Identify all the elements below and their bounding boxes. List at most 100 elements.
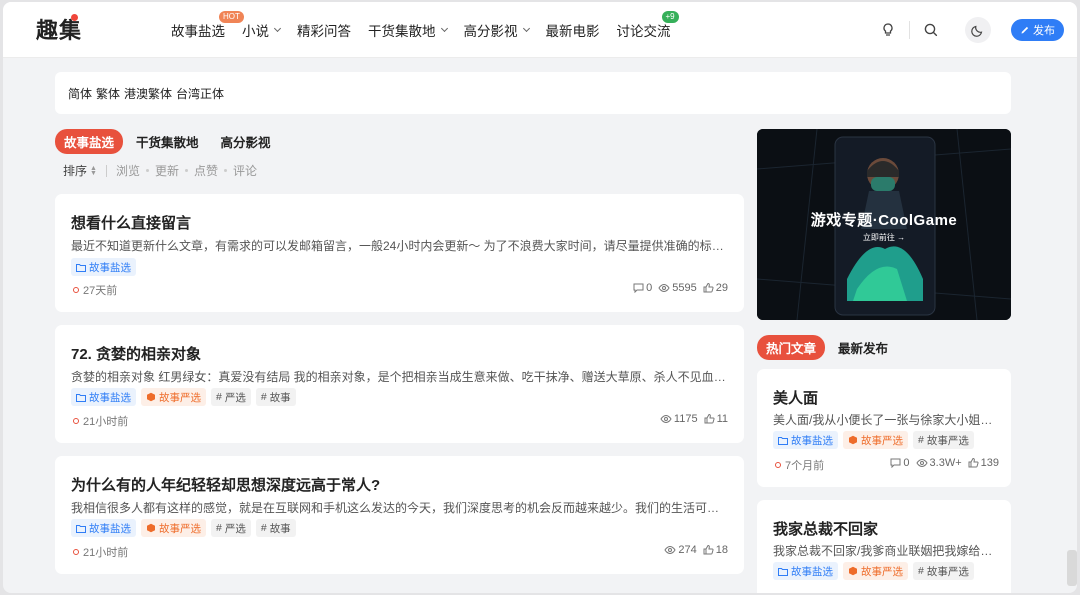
nav-label: 小说 bbox=[242, 24, 269, 39]
search-icon[interactable] bbox=[921, 20, 941, 40]
view-count: 274 bbox=[664, 544, 697, 556]
sidebar-post-card[interactable]: 美人面 美人面/我从小便长了一张与徐家大小姐相… 故事盐选 故事严选 # 故事严… bbox=[757, 369, 1011, 487]
tag[interactable]: 故事盐选 bbox=[71, 519, 136, 537]
sidebar-post-title[interactable]: 我家总裁不回家 bbox=[773, 518, 878, 539]
sort-updated[interactable]: 更新 bbox=[155, 162, 179, 179]
post-tags: 故事盐选 故事严选 # 严选 # 故事 bbox=[71, 519, 296, 537]
tag[interactable]: 故事盐选 bbox=[71, 388, 136, 406]
tag[interactable]: 故事盐选 bbox=[773, 431, 838, 449]
tag-label: 故事盐选 bbox=[791, 565, 833, 578]
comment-icon bbox=[633, 283, 644, 293]
lang-hk-traditional[interactable]: 港澳繁体 bbox=[124, 85, 172, 102]
game-banner[interactable]: 游戏专题·CoolGame 立即前往 → bbox=[757, 129, 1011, 320]
folder-icon bbox=[778, 567, 788, 576]
like-value: 139 bbox=[980, 457, 999, 469]
box-icon bbox=[147, 392, 155, 402]
tag[interactable]: 故事严选 bbox=[843, 431, 908, 449]
like-count[interactable]: 139 bbox=[968, 457, 999, 469]
eye-icon bbox=[664, 545, 676, 555]
box-icon bbox=[849, 435, 857, 445]
tag[interactable]: # 严选 bbox=[211, 519, 251, 537]
clock-icon bbox=[73, 287, 79, 293]
lang-tw-traditional[interactable]: 台湾正体 bbox=[176, 85, 224, 102]
tag-label: 故事严选 bbox=[926, 565, 969, 578]
nav-item-discussion[interactable]: 讨论交流 +9 bbox=[617, 11, 679, 40]
post-title[interactable]: 72. 贪婪的相亲对象 bbox=[71, 343, 201, 364]
lang-traditional[interactable]: 繁体 bbox=[96, 85, 120, 102]
tab-stories[interactable]: 故事盐选 bbox=[55, 129, 124, 154]
tag[interactable]: # 严选 bbox=[211, 388, 251, 406]
tag-label: 故事严选 bbox=[926, 434, 969, 447]
tag[interactable]: # 故事严选 bbox=[913, 562, 974, 580]
tag[interactable]: 故事严选 bbox=[141, 388, 206, 406]
browser-viewport: 趣集 故事盐选 HOT 小说 精彩问答 干货集散地 高分影视 最新电影 讨论交流… bbox=[3, 2, 1077, 593]
post-tags: 故事盐选 故事严选 # 严选 # 故事 bbox=[71, 388, 296, 406]
eye-icon bbox=[660, 414, 672, 424]
lightbulb-icon[interactable] bbox=[878, 20, 898, 40]
nav-item-resources[interactable]: 干货集散地 bbox=[368, 20, 448, 40]
post-card[interactable]: 72. 贪婪的相亲对象 贪婪的相亲对象 红男绿女：真爱没有结局 我的相亲对象，是… bbox=[55, 325, 744, 443]
clock-icon bbox=[73, 418, 79, 424]
sort-comments[interactable]: 评论 bbox=[233, 162, 257, 179]
like-value: 29 bbox=[715, 282, 728, 294]
sort-views[interactable]: 浏览 bbox=[116, 162, 140, 179]
thumbs-up-icon bbox=[968, 458, 979, 468]
sort-arrows-icon: ▲ ▼ bbox=[90, 164, 97, 177]
post-stats: 274 18 bbox=[664, 544, 728, 556]
clock-icon bbox=[775, 462, 781, 468]
folder-icon bbox=[76, 524, 86, 533]
sidebar-post-excerpt: 美人面/我从小便长了一张与徐家大小姐相… bbox=[773, 413, 999, 427]
post-card[interactable]: 为什么有的人年纪轻轻却思想深度远高于常人? 我相信很多人都有这样的感觉，就是在互… bbox=[55, 456, 744, 574]
tab-resources[interactable]: 干货集散地 bbox=[127, 129, 208, 154]
scrollbar-thumb[interactable] bbox=[1067, 550, 1077, 586]
sidebar-tabs: 热门文章 最新发布 bbox=[757, 335, 897, 360]
category-tabs: 故事盐选 干货集散地 高分影视 bbox=[55, 129, 280, 154]
publish-button[interactable]: 发布 bbox=[1011, 19, 1064, 41]
tab-films[interactable]: 高分影视 bbox=[212, 129, 280, 154]
tag[interactable]: 故事盐选 bbox=[71, 258, 136, 276]
nav-item-stories[interactable]: 故事盐选 HOT bbox=[171, 11, 244, 40]
thumbs-up-icon bbox=[703, 283, 714, 293]
time-text: 21小时前 bbox=[83, 416, 129, 428]
post-time: 7个月前 bbox=[775, 457, 824, 473]
post-excerpt: 我相信很多人都有这样的感觉，就是在互联网和手机这么发达的今天，我们深度思考的机会… bbox=[71, 501, 731, 515]
dark-mode-toggle[interactable] bbox=[965, 17, 991, 43]
comment-icon bbox=[890, 458, 901, 468]
like-count[interactable]: 18 bbox=[703, 544, 728, 556]
tag[interactable]: 故事严选 bbox=[843, 562, 908, 580]
sort-toggle[interactable]: 排序 ▲ ▼ bbox=[63, 162, 97, 179]
nav-label: 干货集散地 bbox=[368, 24, 436, 39]
sidebar-post-card[interactable]: 我家总裁不回家 我家总裁不回家/我爹商业联姻把我嫁给了… 故事盐选 故事严选 #… bbox=[757, 500, 1011, 593]
like-count[interactable]: 11 bbox=[704, 413, 728, 425]
post-time: 21小时前 bbox=[73, 544, 128, 560]
sidebar-post-title[interactable]: 美人面 bbox=[773, 387, 818, 408]
tag-label: 故事严选 bbox=[861, 434, 903, 447]
tab-hot-articles[interactable]: 热门文章 bbox=[757, 335, 826, 360]
post-tags: 故事盐选 bbox=[71, 258, 136, 276]
lang-simplified[interactable]: 简体 bbox=[68, 85, 92, 102]
nav-item-qa[interactable]: 精彩问答 bbox=[297, 20, 351, 40]
view-value: 5595 bbox=[672, 282, 697, 294]
tag[interactable]: 故事严选 bbox=[141, 519, 206, 537]
tag[interactable]: # 故事严选 bbox=[913, 431, 974, 449]
tag[interactable]: 故事盐选 bbox=[773, 562, 838, 580]
like-count[interactable]: 29 bbox=[703, 282, 728, 294]
nav-item-new-movies[interactable]: 最新电影 bbox=[546, 20, 600, 40]
nav-item-novels[interactable]: 小说 bbox=[242, 20, 282, 40]
post-title[interactable]: 为什么有的人年纪轻轻却思想深度远高于常人? bbox=[71, 474, 380, 495]
chevron-down-icon bbox=[273, 24, 282, 33]
tag[interactable]: # 故事 bbox=[255, 388, 296, 406]
post-title[interactable]: 想看什么直接留言 bbox=[71, 212, 191, 233]
sort-likes[interactable]: 点赞 bbox=[194, 162, 218, 179]
post-excerpt: 贪婪的相亲对象 红男绿女：真爱没有结局 我的相亲对象，是个把相亲当成生意来做、吃… bbox=[71, 370, 731, 384]
post-card[interactable]: 想看什么直接留言 最近不知道更新什么文章，有需求的可以发邮箱留言，一般24小时内… bbox=[55, 194, 744, 312]
tab-latest[interactable]: 最新发布 bbox=[829, 335, 897, 360]
banner-title: 游戏专题·CoolGame bbox=[810, 212, 958, 229]
nav-label: 高分影视 bbox=[463, 24, 518, 39]
nav-item-films[interactable]: 高分影视 bbox=[463, 20, 530, 40]
header-divider bbox=[909, 21, 910, 39]
tag[interactable]: # 故事 bbox=[255, 519, 296, 537]
like-value: 11 bbox=[716, 413, 728, 425]
time-text: 21小时前 bbox=[83, 547, 129, 559]
banner-subtitle[interactable]: 立即前往 → bbox=[757, 232, 1011, 243]
